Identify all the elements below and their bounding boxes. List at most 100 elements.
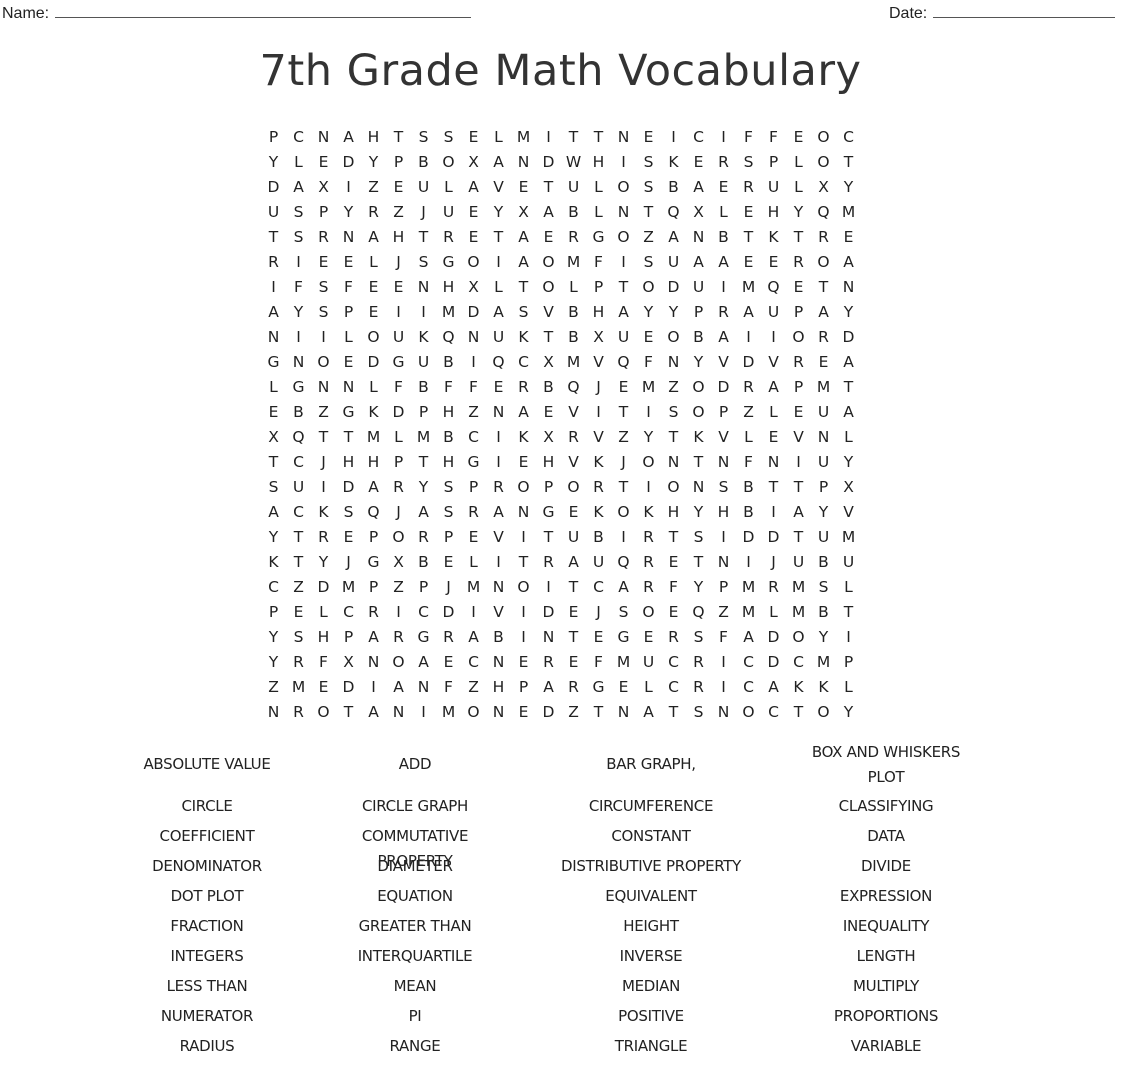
grid-letter[interactable]: Z [361,175,386,200]
grid-letter[interactable]: N [486,650,511,675]
grid-letter[interactable]: C [836,125,861,150]
grid-letter[interactable]: I [636,475,661,500]
grid-letter[interactable]: U [411,175,436,200]
name-blank-line[interactable] [55,3,472,18]
grid-letter[interactable]: A [486,150,511,175]
grid-letter[interactable]: V [836,500,861,525]
grid-letter[interactable]: A [461,175,486,200]
grid-letter[interactable]: L [836,675,861,700]
grid-letter[interactable]: S [286,225,311,250]
grid-letter[interactable]: N [511,150,536,175]
grid-letter[interactable]: E [761,250,786,275]
grid-letter[interactable]: D [336,475,361,500]
grid-letter[interactable]: K [586,500,611,525]
grid-letter[interactable]: E [736,200,761,225]
grid-letter[interactable]: H [711,500,736,525]
grid-letter[interactable]: E [561,500,586,525]
grid-letter[interactable]: F [736,125,761,150]
grid-letter[interactable]: A [511,400,536,425]
grid-letter[interactable]: A [386,675,411,700]
grid-letter[interactable]: E [511,650,536,675]
grid-letter[interactable]: Z [286,575,311,600]
grid-letter[interactable]: R [561,675,586,700]
grid-letter[interactable]: P [686,300,711,325]
grid-letter[interactable]: O [736,700,761,725]
grid-letter[interactable]: B [736,500,761,525]
grid-letter[interactable]: P [436,525,461,550]
grid-letter[interactable]: O [536,250,561,275]
grid-letter[interactable]: D [836,325,861,350]
grid-letter[interactable]: P [536,475,561,500]
grid-letter[interactable]: X [261,425,286,450]
grid-letter[interactable]: U [486,325,511,350]
grid-letter[interactable]: T [761,475,786,500]
grid-letter[interactable]: S [636,150,661,175]
grid-letter[interactable]: F [736,450,761,475]
grid-letter[interactable]: D [711,375,736,400]
grid-letter[interactable]: P [411,575,436,600]
grid-letter[interactable]: C [786,650,811,675]
grid-letter[interactable]: P [311,200,336,225]
grid-letter[interactable]: I [361,675,386,700]
grid-letter[interactable]: S [636,250,661,275]
grid-letter[interactable]: T [561,575,586,600]
grid-letter[interactable]: X [811,175,836,200]
grid-letter[interactable]: M [561,350,586,375]
grid-letter[interactable]: K [786,675,811,700]
grid-letter[interactable]: I [536,125,561,150]
grid-letter[interactable]: A [736,300,761,325]
grid-letter[interactable]: E [736,250,761,275]
grid-letter[interactable]: R [711,150,736,175]
grid-letter[interactable]: M [411,425,436,450]
grid-letter[interactable]: F [711,625,736,650]
grid-letter[interactable]: P [411,400,436,425]
grid-letter[interactable]: R [311,225,336,250]
grid-letter[interactable]: X [511,200,536,225]
grid-letter[interactable]: T [511,275,536,300]
grid-letter[interactable]: L [386,425,411,450]
grid-letter[interactable]: N [711,550,736,575]
grid-letter[interactable]: N [261,325,286,350]
grid-letter[interactable]: S [686,625,711,650]
grid-letter[interactable]: Y [286,300,311,325]
grid-letter[interactable]: O [511,575,536,600]
grid-letter[interactable]: Z [636,225,661,250]
grid-letter[interactable]: S [436,475,461,500]
grid-letter[interactable]: D [336,150,361,175]
grid-letter[interactable]: R [536,550,561,575]
grid-letter[interactable]: O [811,150,836,175]
grid-letter[interactable]: A [511,225,536,250]
grid-letter[interactable]: T [536,175,561,200]
grid-letter[interactable]: A [736,625,761,650]
grid-letter[interactable]: A [486,500,511,525]
grid-letter[interactable]: A [461,625,486,650]
grid-letter[interactable]: R [561,425,586,450]
grid-letter[interactable]: I [711,675,736,700]
grid-letter[interactable]: N [286,350,311,375]
grid-letter[interactable]: S [636,175,661,200]
grid-letter[interactable]: H [661,500,686,525]
grid-letter[interactable]: E [761,425,786,450]
grid-letter[interactable]: I [486,425,511,450]
grid-letter[interactable]: Y [261,525,286,550]
grid-letter[interactable]: C [736,650,761,675]
grid-letter[interactable]: N [411,275,436,300]
grid-letter[interactable]: Z [736,400,761,425]
grid-letter[interactable]: Z [461,400,486,425]
grid-letter[interactable]: Z [311,400,336,425]
grid-letter[interactable]: E [486,375,511,400]
grid-letter[interactable]: T [786,475,811,500]
grid-letter[interactable]: V [561,400,586,425]
grid-letter[interactable]: O [311,700,336,725]
grid-letter[interactable]: V [711,350,736,375]
grid-letter[interactable]: U [411,350,436,375]
grid-letter[interactable]: E [636,325,661,350]
grid-letter[interactable]: I [711,275,736,300]
grid-letter[interactable]: I [311,325,336,350]
grid-letter[interactable]: D [311,575,336,600]
grid-letter[interactable]: D [736,525,761,550]
grid-letter[interactable]: V [486,600,511,625]
grid-letter[interactable]: U [811,450,836,475]
grid-letter[interactable]: D [736,350,761,375]
grid-letter[interactable]: I [286,250,311,275]
